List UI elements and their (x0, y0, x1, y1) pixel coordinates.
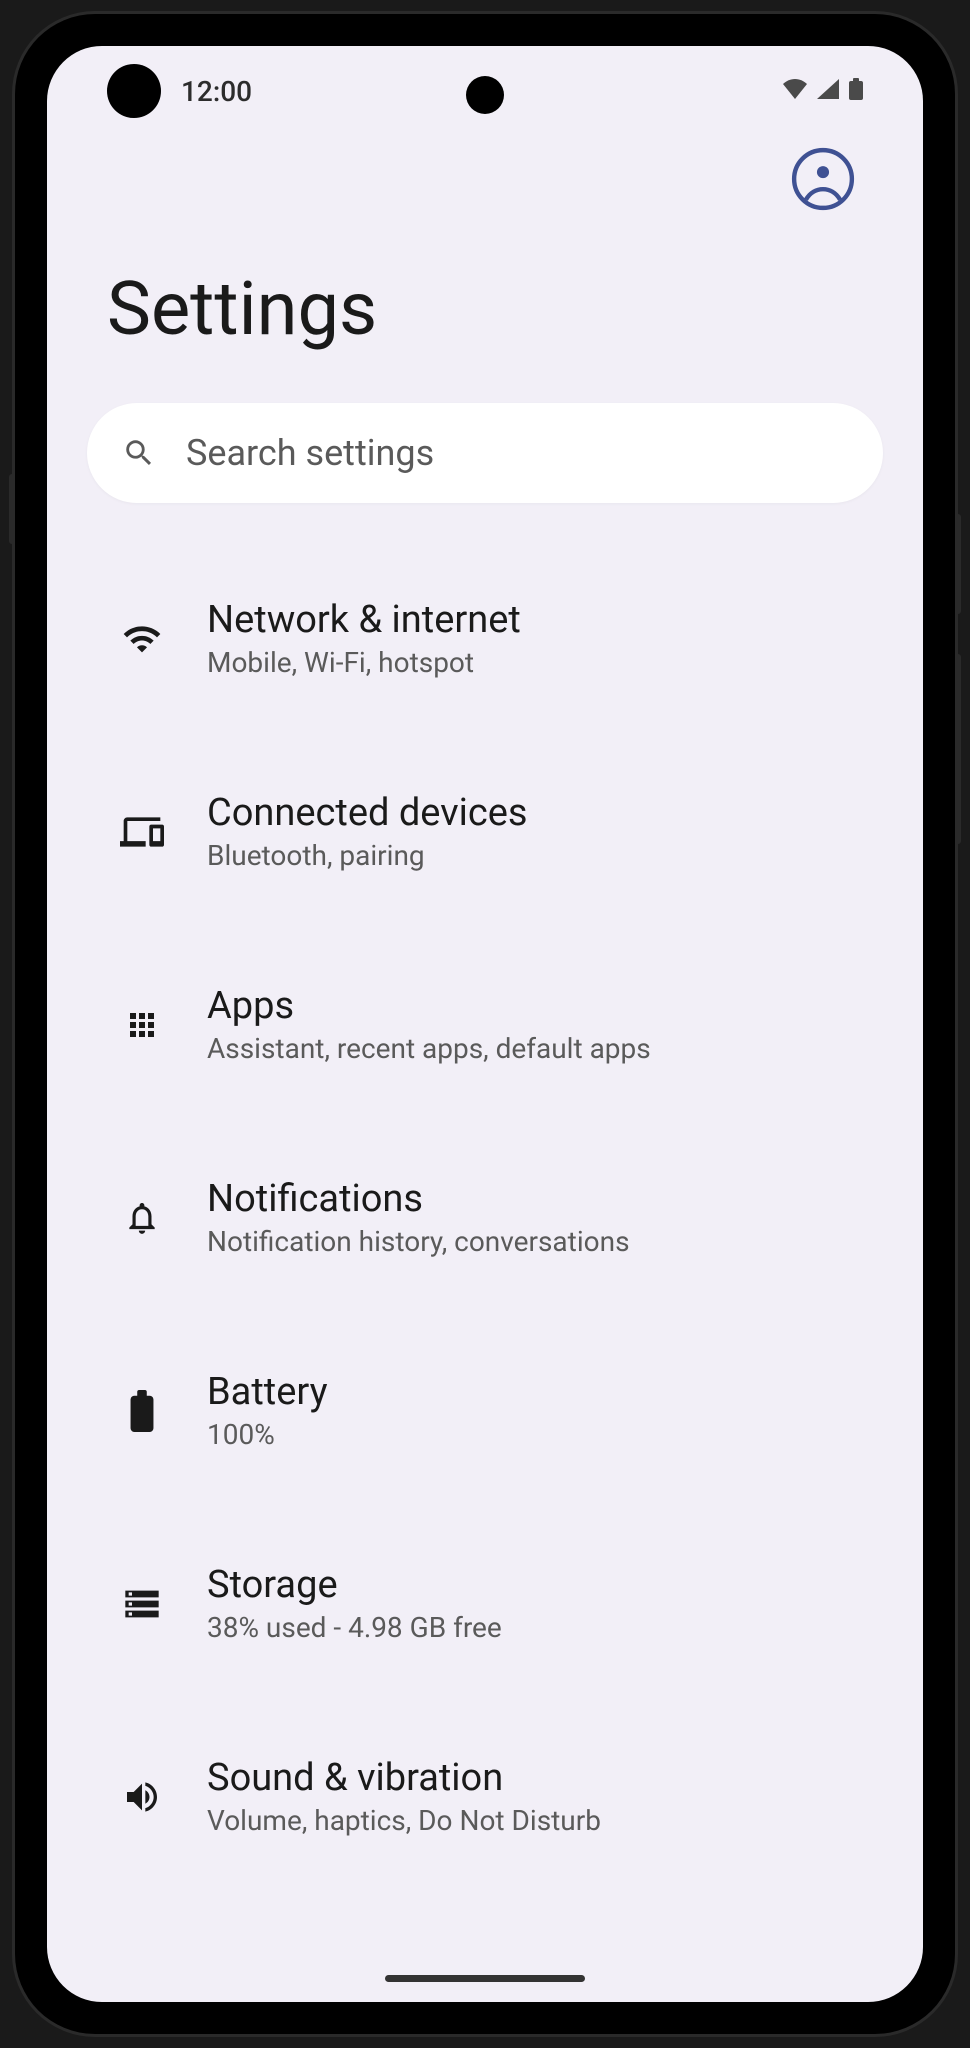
item-title: Connected devices (207, 791, 528, 835)
settings-item-apps[interactable]: Apps Assistant, recent apps, default app… (87, 949, 883, 1100)
status-indicator-dot (107, 64, 161, 118)
account-button[interactable] (788, 146, 858, 216)
item-subtitle: Volume, haptics, Do Not Disturb (207, 1804, 601, 1837)
item-text: Connected devices Bluetooth, pairing (207, 791, 528, 872)
account-circle-icon (790, 146, 856, 216)
item-title: Battery (207, 1370, 328, 1414)
phone-inner-frame: 12:00 (35, 34, 935, 2014)
side-button-left[interactable] (9, 474, 15, 544)
home-indicator[interactable] (385, 1975, 585, 1982)
settings-item-storage[interactable]: Storage 38% used - 4.98 GB free (87, 1528, 883, 1679)
item-subtitle: Notification history, conversations (207, 1225, 630, 1258)
apps-grid-icon (117, 1000, 167, 1050)
wifi-status-icon (783, 79, 807, 103)
item-text: Network & internet Mobile, Wi-Fi, hotspo… (207, 598, 521, 679)
header-section: Settings (87, 116, 883, 403)
bell-icon (117, 1193, 167, 1243)
battery-status-icon (849, 78, 863, 104)
settings-item-sound[interactable]: Sound & vibration Volume, haptics, Do No… (87, 1721, 883, 1872)
status-right (783, 78, 863, 104)
content-area: Settings Search settings Network & in (47, 116, 923, 1872)
devices-icon (117, 807, 167, 857)
item-text: Battery 100% (207, 1370, 328, 1451)
battery-full-icon (117, 1386, 167, 1436)
settings-item-notifications[interactable]: Notifications Notification history, conv… (87, 1142, 883, 1293)
item-text: Notifications Notification history, conv… (207, 1177, 630, 1258)
item-title: Sound & vibration (207, 1756, 601, 1800)
item-subtitle: Mobile, Wi-Fi, hotspot (207, 646, 521, 679)
screen: 12:00 (47, 46, 923, 2002)
settings-item-network[interactable]: Network & internet Mobile, Wi-Fi, hotspo… (87, 563, 883, 714)
item-text: Sound & vibration Volume, haptics, Do No… (207, 1756, 601, 1837)
settings-list: Network & internet Mobile, Wi-Fi, hotspo… (87, 503, 883, 1872)
item-text: Apps Assistant, recent apps, default app… (207, 984, 651, 1065)
item-text: Storage 38% used - 4.98 GB free (207, 1563, 502, 1644)
item-subtitle: Assistant, recent apps, default apps (207, 1032, 651, 1065)
camera-notch (466, 76, 504, 114)
wifi-icon (117, 614, 167, 664)
item-title: Storage (207, 1563, 502, 1607)
power-button[interactable] (955, 514, 961, 614)
storage-icon (117, 1579, 167, 1629)
settings-item-connected-devices[interactable]: Connected devices Bluetooth, pairing (87, 756, 883, 907)
phone-frame: 12:00 (15, 14, 955, 2034)
item-title: Network & internet (207, 598, 521, 642)
item-subtitle: Bluetooth, pairing (207, 839, 528, 872)
search-bar[interactable]: Search settings (87, 403, 883, 503)
page-title: Settings (87, 266, 883, 403)
cellular-signal-icon (817, 79, 839, 103)
item-subtitle: 38% used - 4.98 GB free (207, 1611, 502, 1644)
item-title: Apps (207, 984, 651, 1028)
search-icon (122, 436, 156, 470)
item-title: Notifications (207, 1177, 630, 1221)
status-left: 12:00 (107, 64, 252, 118)
item-subtitle: 100% (207, 1418, 328, 1451)
status-time: 12:00 (181, 75, 252, 108)
volume-icon (117, 1772, 167, 1822)
volume-button[interactable] (955, 654, 961, 844)
settings-item-battery[interactable]: Battery 100% (87, 1335, 883, 1486)
search-placeholder: Search settings (186, 432, 434, 474)
